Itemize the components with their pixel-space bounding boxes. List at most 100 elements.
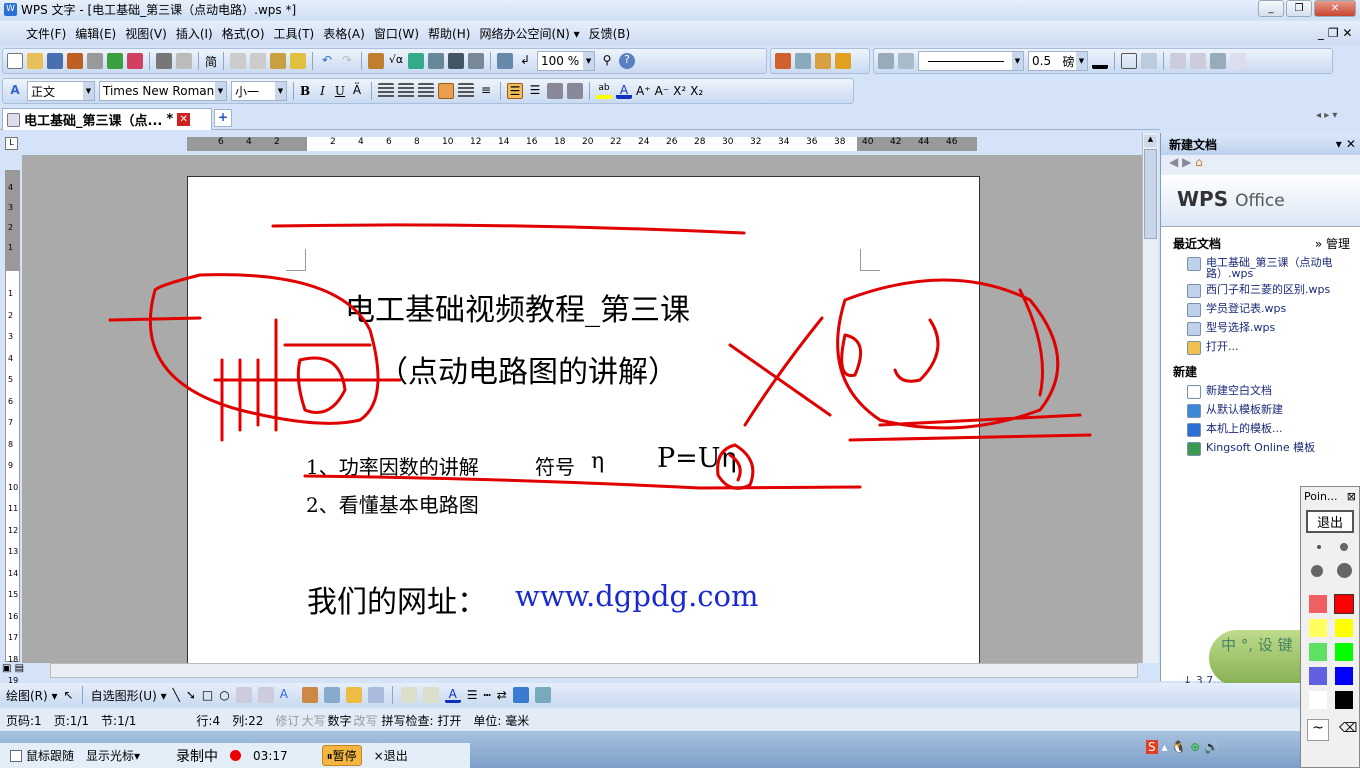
status-bar: 页码:1 页:1/1 节:1/1 行:4 列:22 修订 大写 数字 改写 拼写… xyxy=(0,709,1360,731)
pen-size-large[interactable] xyxy=(1311,565,1323,577)
task-pane-close-icon[interactable]: ▾ ✕ xyxy=(1336,137,1356,151)
forward-icon[interactable]: ▶ xyxy=(1182,155,1191,169)
table-properties-icon[interactable] xyxy=(1230,53,1246,69)
line-icon[interactable]: ╲ xyxy=(173,688,180,702)
select-pointer-icon[interactable]: ↖ xyxy=(64,688,74,702)
pen-color-swatch[interactable] xyxy=(1334,594,1354,614)
task-pane-header: 新建文档 ▾ ✕ xyxy=(1161,133,1360,155)
unit-status: 单位: 毫米 xyxy=(473,713,530,728)
new-item-label: 本机上的模板... xyxy=(1206,422,1283,435)
logo-subtext: Office xyxy=(1235,191,1285,211)
palette-close-icon[interactable]: ⊠ xyxy=(1347,490,1356,503)
pen-color-swatch[interactable] xyxy=(1309,691,1327,709)
3d-icon[interactable] xyxy=(534,687,551,703)
new-heading: 新建 xyxy=(1173,365,1198,379)
horizontal-scrollbar[interactable] xyxy=(50,663,1138,678)
clipart-icon[interactable] xyxy=(301,687,318,703)
scroll-thumb[interactable] xyxy=(1144,149,1157,239)
recent-item-label: 学员登记表.wps xyxy=(1206,302,1287,315)
open-file-link[interactable]: 打开... xyxy=(1161,341,1360,355)
drawing-toolbar: 绘图(R) ▾ ↖ 自选图形(U) ▾ ╲ ➘ □ ○ A A ☰ ┅ ⇄ xyxy=(0,683,1360,707)
recent-item[interactable]: 学员登记表.wps xyxy=(1161,303,1360,317)
recent-item[interactable]: 型号选择.wps xyxy=(1161,322,1360,336)
view-mode-buttons[interactable]: ▣ ▤ xyxy=(2,663,48,678)
num-indicator: 数字 xyxy=(327,713,352,728)
close-button[interactable]: ✕ xyxy=(1314,0,1356,17)
annotation-stroke xyxy=(716,443,755,490)
arrow-style-icon[interactable]: ⇄ xyxy=(497,688,507,702)
pen-size-xlarge[interactable] xyxy=(1337,563,1352,578)
wordart-icon[interactable]: A xyxy=(280,687,296,703)
pen-color-swatch[interactable] xyxy=(1309,643,1327,661)
pen-color-swatch[interactable] xyxy=(1309,595,1327,613)
pause-button[interactable]: ⏸暂停 xyxy=(321,745,362,766)
dash-style-icon[interactable]: ┅ xyxy=(484,688,491,702)
logo-text: WPS xyxy=(1177,187,1229,211)
textbox-icon[interactable] xyxy=(235,687,252,703)
autoshapes-button[interactable]: 自选图形(U) ▾ xyxy=(91,687,167,704)
fill-color-icon[interactable] xyxy=(400,687,417,703)
home-icon[interactable]: ⌂ xyxy=(1195,155,1203,169)
pen-color-swatch[interactable] xyxy=(1335,619,1353,637)
new-from-default-link[interactable]: 从默认模板新建 xyxy=(1161,404,1360,418)
window-controls: _ ❐ ✕ xyxy=(1258,0,1356,17)
task-pane-nav: ◀ ▶ ⌂ xyxy=(1161,155,1360,175)
split-cells-icon[interactable] xyxy=(1190,53,1206,69)
gallery-icon[interactable] xyxy=(345,687,362,703)
exit-recording-button[interactable]: ×退出 xyxy=(374,747,408,764)
scroll-up-arrow[interactable]: ▲ xyxy=(1144,135,1157,147)
doc-window-controls[interactable]: _ ❐ ✕ xyxy=(1318,26,1352,40)
overwrite-indicator[interactable]: 改写 xyxy=(353,712,377,729)
pen-size-medium[interactable] xyxy=(1340,543,1348,551)
online-templates-link[interactable]: Kingsoft Online 模板 xyxy=(1161,442,1360,456)
pen-size-small[interactable] xyxy=(1317,545,1321,549)
picture-icon[interactable] xyxy=(323,687,340,703)
table-autoformat-icon[interactable] xyxy=(1210,53,1226,69)
restore-button[interactable]: ❐ xyxy=(1286,0,1312,17)
recent-item-label: 型号选择.wps xyxy=(1206,321,1276,334)
line-color-icon[interactable] xyxy=(422,687,439,703)
caps-indicator: 大写 xyxy=(301,713,326,728)
mouse-follow-checkbox[interactable]: 鼠标跟随 xyxy=(10,747,74,764)
pen-color-swatch[interactable] xyxy=(1335,643,1353,661)
eraser-icon[interactable]: ⌫ xyxy=(1339,721,1357,736)
back-icon[interactable]: ◀ xyxy=(1169,155,1178,169)
pen-color-swatch[interactable] xyxy=(1309,667,1327,685)
status-pages: 页:1/1 xyxy=(53,713,90,728)
diagram-icon[interactable] xyxy=(367,687,384,703)
arrow-icon[interactable]: ➘ xyxy=(186,688,196,702)
line-style-icon[interactable]: ☰ xyxy=(467,688,478,702)
recent-heading: 最近文档 » 管理 xyxy=(1161,235,1360,252)
show-cursor-dropdown[interactable]: 显示光标▾ xyxy=(86,747,140,764)
pen-tool-icon[interactable]: ~ xyxy=(1307,719,1329,741)
vertical-scrollbar[interactable]: ▲ xyxy=(1142,133,1158,663)
pen-color-swatch[interactable] xyxy=(1309,619,1327,637)
rectangle-icon[interactable]: □ xyxy=(202,688,213,702)
mouse-follow-label: 鼠标跟随 xyxy=(26,749,75,763)
separator xyxy=(1163,52,1164,70)
manage-link[interactable]: » 管理 xyxy=(1315,235,1350,252)
pen-color-swatch[interactable] xyxy=(1335,691,1353,709)
font-color-icon[interactable]: A xyxy=(444,687,461,703)
spell-check-status[interactable]: 拼写检查: 打开 xyxy=(381,712,461,729)
local-templates-link[interactable]: 本机上的模板... xyxy=(1161,423,1360,437)
status-section: 节:1/1 xyxy=(101,713,137,728)
recent-item[interactable]: 电工基础_第三课（点动电路）.wps xyxy=(1161,257,1360,279)
status-line: 行:4 xyxy=(196,713,221,728)
annotation-stroke xyxy=(271,223,746,235)
revision-indicator[interactable]: 修订 xyxy=(275,712,299,729)
shadow-icon[interactable] xyxy=(512,687,529,703)
system-tray[interactable]: S ▴ 🐧 ⊕ 🔊 xyxy=(1146,740,1219,754)
recent-item[interactable]: 西门子和三菱的区别.wps xyxy=(1161,284,1360,298)
minimize-button[interactable]: _ xyxy=(1258,0,1284,17)
pen-color-swatch[interactable] xyxy=(1335,667,1353,685)
annotation-stroke xyxy=(840,288,1044,397)
tab-scroll-arrows[interactable]: ◂ ▸ ▾ xyxy=(1316,110,1337,121)
new-blank-link[interactable]: 新建空白文档 xyxy=(1161,385,1360,399)
vertical-textbox-icon[interactable] xyxy=(257,687,274,703)
merge-cells-icon[interactable] xyxy=(1170,53,1186,69)
draw-menu-button[interactable]: 绘图(R) ▾ xyxy=(6,687,58,704)
checkbox[interactable] xyxy=(10,749,22,762)
ellipse-icon[interactable]: ○ xyxy=(219,688,229,702)
pointer-exit-button[interactable]: 退出 xyxy=(1306,510,1354,533)
